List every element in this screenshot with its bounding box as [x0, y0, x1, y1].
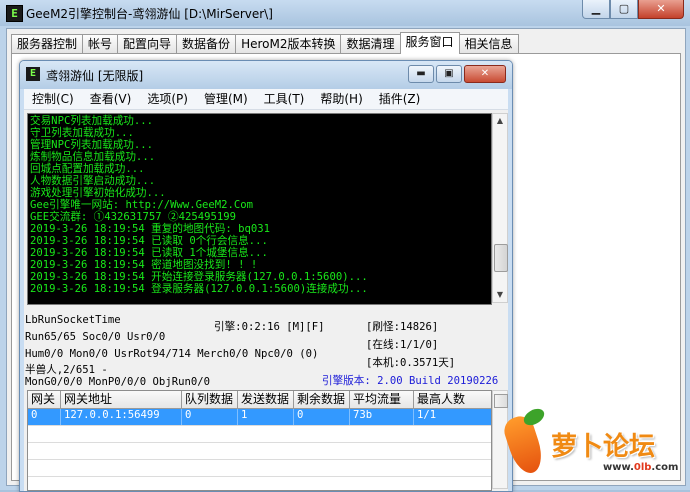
table-row-empty[interactable] — [28, 460, 491, 477]
log-line: 2019-3-26 18:19:54 重复的地图代码: bq031 — [30, 223, 270, 235]
tab-related-info[interactable]: 相关信息 — [458, 34, 519, 53]
cell-average-traffic: 73b — [350, 409, 414, 425]
tab-data-cleanup[interactable]: 数据清理 — [340, 34, 401, 53]
watermark-logo: 萝卜论坛 www.0lb.com — [500, 405, 685, 484]
log-line: Gee引擎唯一网站: http://Www.GeeM2.Com — [30, 199, 254, 211]
watermark-brand: 萝卜论坛 — [551, 432, 656, 462]
log-console[interactable]: 交易NPC列表加载成功... 守卫列表加载成功... 管理NPC列表加载成功..… — [27, 113, 492, 305]
engine-window-title: 鸢翎游仙 [无限版] — [46, 69, 144, 83]
cell-sent-data: 1 — [238, 409, 294, 425]
scroll-up-arrow-icon[interactable]: ▲ — [493, 114, 507, 128]
tab-data-backup[interactable]: 数据备份 — [176, 34, 237, 53]
column-header-sent-data[interactable]: 发送数据 — [238, 391, 294, 408]
tab-account[interactable]: 帐号 — [82, 34, 119, 53]
tab-server-control[interactable]: 服务器控制 — [11, 34, 84, 53]
column-header-average-traffic[interactable]: 平均流量 — [350, 391, 414, 408]
log-line: 2019-3-26 18:19:54 密道地图没找到! ! ! — [30, 259, 258, 271]
app-icon: E — [6, 5, 23, 22]
column-header-max-players[interactable]: 最高人数 — [414, 391, 491, 408]
column-header-remaining-data[interactable]: 剩余数据 — [294, 391, 350, 408]
tab-bar: 服务器控制 帐号 配置向导 数据备份 HeroM2版本转换 数据清理 服务窗口 … — [11, 32, 519, 54]
log-line: 人物数据引擎启动成功... — [30, 175, 156, 187]
log-scrollbar[interactable]: ▲ ▼ — [492, 113, 508, 303]
cell-gateway-address: 127.0.0.1:56499 — [61, 409, 182, 425]
table-scroll-thumb[interactable] — [494, 394, 508, 408]
cell-remaining-data: 0 — [294, 409, 350, 425]
engine-body: 交易NPC列表加载成功... 守卫列表加载成功... 管理NPC列表加载成功..… — [24, 110, 508, 491]
minimize-button[interactable]: ▁ — [582, 0, 610, 19]
cell-gateway: 0 — [28, 409, 61, 425]
menu-view[interactable]: 查看(V) — [82, 89, 140, 109]
hum-stats: Hum0/0 Mon0/0 UsrRot94/714 Merch0/0 Npc0… — [25, 348, 319, 360]
menu-bar: 控制(C) 查看(V) 选项(P) 管理(M) 工具(T) 帮助(H) 插件(Z… — [24, 89, 508, 110]
engine-minimize-button[interactable]: ▬ — [408, 65, 434, 83]
local-uptime: [本机:0.3571天] — [366, 357, 456, 369]
online-count: [在线:1/1/0] — [366, 339, 439, 351]
table-row-empty[interactable] — [28, 443, 491, 460]
log-scroll-thumb[interactable] — [494, 244, 508, 272]
engine-title-bar[interactable]: E 鸢翎游仙 [无限版] ▬ ▣ ✕ — [20, 61, 512, 89]
engine-uptime: 引擎:0:2:16 [M][F] — [214, 321, 325, 333]
column-header-gateway-address[interactable]: 网关地址 — [61, 391, 182, 408]
monster-info: 半兽人,2/651 - — [25, 364, 108, 376]
refresh-monster-count: [刷怪:14826] — [366, 321, 439, 333]
log-line: 炼制物品信息加载成功... — [30, 151, 156, 163]
log-line: 管理NPC列表加载成功... — [30, 139, 154, 151]
table-header: 网关 网关地址 队列数据 发送数据 剩余数据 平均流量 最高人数 — [28, 391, 491, 409]
table-row-empty[interactable] — [28, 477, 491, 490]
menu-manage[interactable]: 管理(M) — [196, 89, 256, 109]
run-stats: Run65/65 Soc0/0 Usr0/0 — [25, 331, 166, 343]
close-button[interactable]: ✕ — [638, 0, 684, 19]
menu-help[interactable]: 帮助(H) — [312, 89, 370, 109]
mon-stats: MonG0/0/0 MonP0/0/0 ObjRun0/0 — [25, 376, 210, 388]
column-header-queue-data[interactable]: 队列数据 — [182, 391, 238, 408]
run-socket-time: LbRunSocketTime — [25, 314, 121, 326]
menu-control[interactable]: 控制(C) — [24, 89, 82, 109]
log-line: GEE交流群: ①432631757 ②425495199 — [30, 211, 237, 223]
gateway-table[interactable]: 网关 网关地址 队列数据 发送数据 剩余数据 平均流量 最高人数 0 127.0… — [27, 390, 492, 491]
tab-config-wizard[interactable]: 配置向导 — [117, 34, 178, 53]
column-header-gateway[interactable]: 网关 — [28, 391, 61, 408]
log-line: 交易NPC列表加载成功... — [30, 115, 154, 127]
scroll-down-arrow-icon[interactable]: ▼ — [493, 288, 507, 302]
engine-app-icon: E — [26, 67, 40, 81]
menu-plugins[interactable]: 插件(Z) — [371, 89, 429, 109]
tab-herom2-convert[interactable]: HeroM2版本转换 — [235, 34, 342, 53]
window-title: GeeM2引擎控制台-鸢翎游仙 [D:\MirServer\] — [26, 7, 273, 21]
engine-window: E 鸢翎游仙 [无限版] ▬ ▣ ✕ 控制(C) 查看(V) 选项(P) 管理(… — [19, 60, 513, 492]
engine-version: 引擎版本: 2.00 Build 20190226 — [322, 375, 499, 387]
main-window: E GeeM2引擎控制台-鸢翎游仙 [D:\MirServer\] ▁ ▢ ✕ … — [0, 0, 690, 492]
log-line: 回城点配置加载成功... — [30, 163, 145, 175]
cell-queue-data: 0 — [182, 409, 238, 425]
cell-max-players: 1/1 — [417, 409, 437, 421]
menu-options[interactable]: 选项(P) — [139, 89, 196, 109]
log-line: 守卫列表加载成功... — [30, 127, 134, 139]
engine-close-button[interactable]: ✕ — [464, 65, 506, 83]
log-line: 2019-3-26 18:19:54 已读取 1个城堡信息... — [30, 247, 268, 259]
tab-service-window[interactable]: 服务窗口 — [399, 32, 460, 54]
maximize-button[interactable]: ▢ — [610, 0, 638, 19]
engine-maximize-button[interactable]: ▣ — [436, 65, 462, 83]
log-line: 2019-3-26 18:19:54 登录服务器(127.0.0.1:5600)… — [30, 283, 368, 295]
table-row-empty[interactable] — [28, 426, 491, 443]
table-row[interactable]: 0 127.0.0.1:56499 0 1 0 73b 1/1 — [28, 409, 491, 426]
log-line: 2019-3-26 18:19:54 已读取 0个行会信息... — [30, 235, 268, 247]
watermark-url: www.0lb.com — [603, 462, 679, 473]
title-bar[interactable]: E GeeM2引擎控制台-鸢翎游仙 [D:\MirServer\] ▁ ▢ ✕ — [0, 0, 690, 26]
log-line: 游戏处理引擎初始化成功... — [30, 187, 166, 199]
log-line: 2019-3-26 18:19:54 开始连接登录服务器(127.0.0.1:5… — [30, 271, 368, 283]
menu-tools[interactable]: 工具(T) — [256, 89, 313, 109]
